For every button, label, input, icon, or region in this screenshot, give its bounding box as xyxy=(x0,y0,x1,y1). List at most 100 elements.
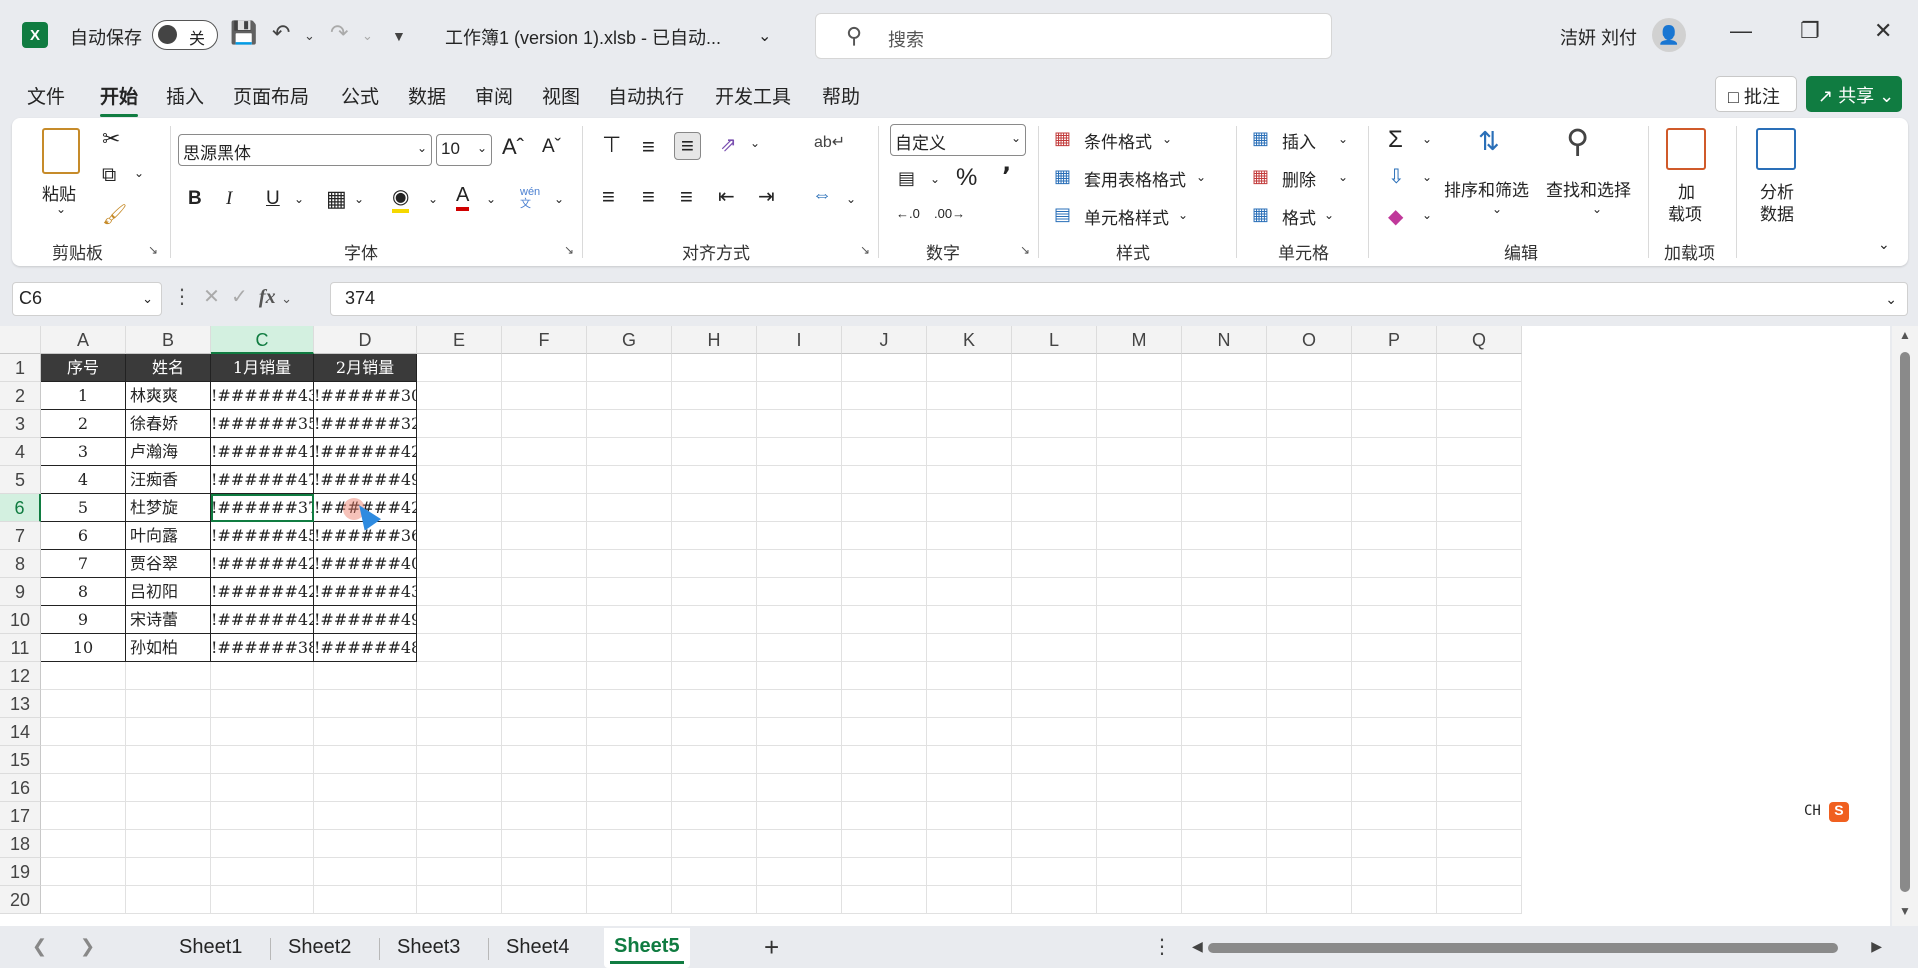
cell[interactable] xyxy=(1097,802,1182,830)
cell[interactable] xyxy=(672,494,757,522)
cell[interactable] xyxy=(1182,382,1267,410)
cell[interactable] xyxy=(126,858,211,886)
cell[interactable] xyxy=(672,830,757,858)
font-name-select[interactable]: 思源黑体 ⌄ xyxy=(178,134,432,166)
cell[interactable] xyxy=(1267,830,1352,858)
chevron-down-icon[interactable]: ⌄ xyxy=(1338,170,1348,184)
cell[interactable] xyxy=(417,382,502,410)
cell[interactable] xyxy=(842,382,927,410)
cell[interactable] xyxy=(672,438,757,466)
tab-developer[interactable]: 开发工具 xyxy=(715,82,791,109)
cell[interactable] xyxy=(502,802,587,830)
decrease-indent-icon[interactable]: ⇤ xyxy=(718,184,735,209)
cell[interactable]: 10 xyxy=(41,634,126,662)
cell[interactable] xyxy=(211,886,314,914)
conditional-format-button[interactable]: 条件格式 xyxy=(1084,128,1152,153)
restore-icon[interactable]: ❐ xyxy=(1800,18,1820,44)
cell[interactable] xyxy=(587,466,672,494)
cell[interactable] xyxy=(757,438,842,466)
cell[interactable] xyxy=(1267,606,1352,634)
cell[interactable] xyxy=(211,690,314,718)
cell[interactable] xyxy=(587,634,672,662)
row-header[interactable]: 18 xyxy=(0,830,41,858)
column-header[interactable]: L xyxy=(1012,326,1097,354)
cell[interactable] xyxy=(126,746,211,774)
cell[interactable] xyxy=(1182,634,1267,662)
cell[interactable] xyxy=(1182,886,1267,914)
align-center-icon[interactable]: ≡ xyxy=(642,184,655,210)
cell[interactable] xyxy=(927,662,1012,690)
autosave-toggle[interactable]: 关 xyxy=(152,20,218,50)
cell[interactable] xyxy=(417,858,502,886)
close-icon[interactable]: ✕ xyxy=(1874,18,1892,44)
quick-access-customize-icon[interactable]: ▼ xyxy=(392,28,406,44)
cell[interactable] xyxy=(1097,634,1182,662)
cell[interactable] xyxy=(927,746,1012,774)
cell[interactable] xyxy=(41,690,126,718)
merge-center-icon[interactable]: ⇔ xyxy=(812,184,832,207)
cell[interactable] xyxy=(757,774,842,802)
column-header[interactable]: F xyxy=(502,326,587,354)
cell[interactable] xyxy=(211,830,314,858)
cell[interactable] xyxy=(126,774,211,802)
cell[interactable] xyxy=(417,662,502,690)
column-header[interactable]: M xyxy=(1097,326,1182,354)
cell[interactable] xyxy=(587,354,672,382)
cell[interactable] xyxy=(842,634,927,662)
cell[interactable] xyxy=(1352,886,1437,914)
cell[interactable] xyxy=(1437,494,1522,522)
cell[interactable] xyxy=(757,718,842,746)
cell[interactable] xyxy=(1437,354,1522,382)
font-size-select[interactable]: 10 ⌄ xyxy=(436,134,492,166)
cell[interactable] xyxy=(672,802,757,830)
cell[interactable] xyxy=(842,858,927,886)
chevron-down-icon[interactable]: ⌄ xyxy=(1338,132,1348,146)
enter-icon[interactable]: ✓ xyxy=(231,286,248,308)
save-icon[interactable]: 💾 xyxy=(230,20,257,46)
cell[interactable] xyxy=(417,774,502,802)
cell[interactable] xyxy=(927,522,1012,550)
font-color-icon[interactable]: A xyxy=(456,184,470,211)
cell[interactable] xyxy=(502,466,587,494)
cell[interactable] xyxy=(1012,522,1097,550)
cell[interactable] xyxy=(672,690,757,718)
border-dropdown-icon[interactable]: ⌄ xyxy=(354,192,364,206)
cell[interactable] xyxy=(417,438,502,466)
cell[interactable] xyxy=(502,494,587,522)
cell[interactable] xyxy=(1012,718,1097,746)
cell[interactable] xyxy=(1267,746,1352,774)
cell[interactable] xyxy=(1352,550,1437,578)
tab-data[interactable]: 数据 xyxy=(408,82,446,109)
orientation-icon[interactable]: ⇗ xyxy=(720,132,737,157)
tab-automate[interactable]: 自动执行 xyxy=(608,82,684,109)
align-middle-icon[interactable]: ≡ xyxy=(642,134,655,160)
horizontal-scrollbar[interactable]: ◀ ▶ xyxy=(1192,936,1882,960)
cell[interactable]: !######42#5 xyxy=(211,606,314,634)
column-header[interactable]: N xyxy=(1182,326,1267,354)
column-header[interactable]: D xyxy=(314,326,417,354)
cell[interactable] xyxy=(1012,410,1097,438)
increase-decimal-icon[interactable]: ←.0 xyxy=(896,206,920,221)
cell[interactable]: 叶向露 xyxy=(126,522,211,550)
cell[interactable] xyxy=(314,746,417,774)
cell[interactable] xyxy=(1182,774,1267,802)
cell[interactable] xyxy=(842,354,927,382)
cell[interactable] xyxy=(842,774,927,802)
cell[interactable] xyxy=(502,690,587,718)
cell[interactable] xyxy=(672,354,757,382)
cell[interactable] xyxy=(757,466,842,494)
cell[interactable] xyxy=(1437,382,1522,410)
cell[interactable] xyxy=(842,886,927,914)
cell[interactable] xyxy=(502,382,587,410)
cell[interactable] xyxy=(314,802,417,830)
cell[interactable] xyxy=(1267,690,1352,718)
cell[interactable] xyxy=(1097,746,1182,774)
more-icon[interactable]: ⋮ xyxy=(172,286,192,308)
cell[interactable] xyxy=(842,662,927,690)
tab-page-layout[interactable]: 页面布局 xyxy=(233,82,309,109)
column-header[interactable]: I xyxy=(757,326,842,354)
cell[interactable] xyxy=(587,606,672,634)
orientation-dropdown-icon[interactable]: ⌄ xyxy=(750,136,760,150)
copy-dropdown-icon[interactable]: ⌄ xyxy=(134,166,144,180)
cell[interactable] xyxy=(672,662,757,690)
